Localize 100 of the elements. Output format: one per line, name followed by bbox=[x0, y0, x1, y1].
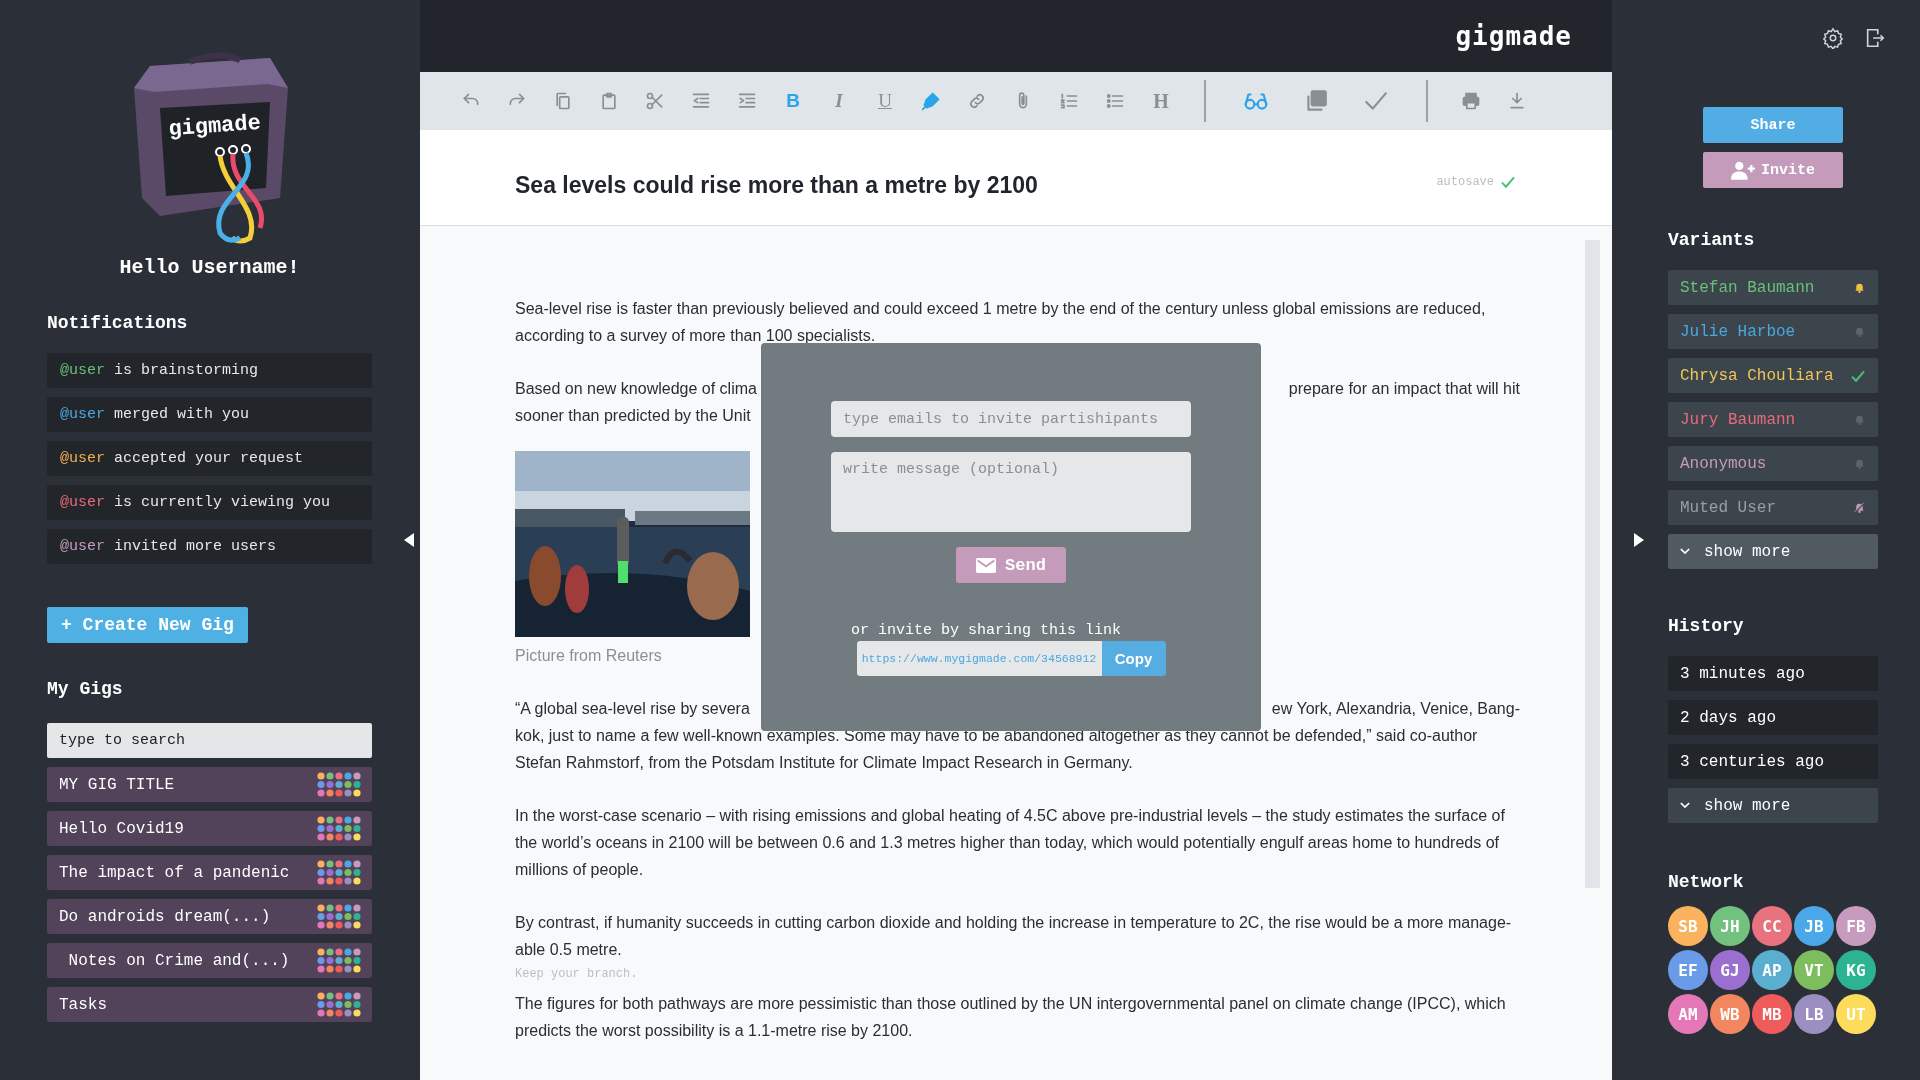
article-text: ew York, Alexandria, Venice, Bang- bbox=[1271, 699, 1520, 719]
avatar-grid-icon bbox=[317, 816, 362, 841]
user-avatar[interactable]: FB bbox=[1836, 906, 1876, 946]
article-paragraph: The figures for both pathways are more pessimistic than those outlined by the UN intergovernmental panel on climate change (IPCC), which predicts the worst possibility is a 1.1-metre rise by 2100. bbox=[515, 994, 1507, 1041]
user-mention: @user bbox=[60, 406, 105, 423]
notification-item[interactable]: @user is brainstorming bbox=[47, 353, 372, 388]
article-text: Stefan Rahmstorf, from the Potsdam Institute for Climate Impact Research in Germany. bbox=[515, 753, 1133, 773]
variant-item[interactable]: Anonymous bbox=[1668, 446, 1878, 481]
notification-text: invited more users bbox=[114, 538, 277, 555]
bullet-list-icon[interactable] bbox=[1105, 91, 1125, 111]
notification-item[interactable]: @user is currently viewing you bbox=[47, 485, 372, 520]
gig-item[interactable]: The impact of a pandenic bbox=[47, 855, 372, 890]
user-avatar[interactable]: EF bbox=[1668, 950, 1708, 990]
notification-item[interactable]: @user invited more users bbox=[47, 529, 372, 564]
expand-caret-icon[interactable] bbox=[1634, 533, 1644, 547]
printer-icon[interactable] bbox=[1461, 91, 1481, 111]
gig-item[interactable]: Notes on Crime and(...) bbox=[47, 943, 372, 978]
notification-text: merged with you bbox=[114, 406, 250, 423]
notification-item[interactable]: @user accepted your request bbox=[47, 441, 372, 476]
outdent-icon[interactable] bbox=[691, 91, 711, 111]
greeting: Hello Username! bbox=[118, 256, 301, 279]
notification-text: is currently viewing you bbox=[114, 494, 331, 511]
gig-title: MY GIG TITLE bbox=[59, 775, 175, 794]
autosave-label: autosave bbox=[1436, 174, 1494, 189]
create-gig-button[interactable]: + Create New Gig bbox=[47, 607, 248, 643]
notification-item[interactable]: @user merged with you bbox=[47, 397, 372, 432]
user-avatar[interactable]: AP bbox=[1752, 950, 1792, 990]
article-paragraph: By contrast, if humanity succeeds in cutting carbon dioxide and holding the increase in temperature to 2C, the rise would be a more manage-able 0.5 metre. bbox=[515, 913, 1513, 960]
copy-icon[interactable] bbox=[553, 91, 573, 111]
avatar-grid-icon bbox=[317, 948, 362, 973]
article-text: “A global sea-level rise by severa bbox=[515, 699, 750, 719]
muted-bell-icon[interactable] bbox=[1853, 501, 1866, 514]
bell-icon[interactable] bbox=[1853, 281, 1866, 294]
add-user-icon bbox=[1731, 160, 1755, 180]
share-link-field[interactable]: https://www.mygigmade.com/34568912 bbox=[856, 641, 1102, 676]
numbered-list-icon[interactable] bbox=[1059, 91, 1079, 111]
user-avatar[interactable]: JH bbox=[1710, 906, 1750, 946]
gig-item[interactable]: Hello Covid19 bbox=[47, 811, 372, 846]
brand-logo: gigmade bbox=[1455, 21, 1572, 51]
variant-name: Anonymous bbox=[1680, 454, 1767, 473]
bold-button[interactable]: B bbox=[770, 86, 816, 116]
scissors-icon[interactable] bbox=[645, 91, 665, 111]
message-field[interactable]: write message (optional) bbox=[831, 452, 1191, 532]
gig-title: Hello Covid19 bbox=[59, 819, 184, 838]
gig-item[interactable]: MY GIG TITLE bbox=[47, 767, 372, 802]
variant-item[interactable]: Stefan Baumann bbox=[1668, 270, 1878, 305]
gig-title: Notes on Crime and(...) bbox=[67, 951, 290, 970]
user-avatar[interactable]: WB bbox=[1710, 994, 1750, 1034]
variant-item[interactable]: Muted User bbox=[1668, 490, 1878, 525]
variant-name: Chrysa Chouliara bbox=[1680, 366, 1834, 385]
user-mention: @user bbox=[60, 450, 105, 467]
gig-title: Tasks bbox=[59, 995, 107, 1014]
collapse-caret-icon[interactable] bbox=[404, 533, 414, 547]
marker-icon[interactable] bbox=[921, 91, 941, 111]
clipboard-icon[interactable] bbox=[599, 91, 619, 111]
user-avatar[interactable]: MB bbox=[1752, 994, 1792, 1034]
history-item[interactable]: 3 minutes ago bbox=[1668, 656, 1878, 691]
show-more-button[interactable]: show more bbox=[1668, 534, 1878, 569]
invite-button[interactable]: Invite bbox=[1703, 152, 1843, 188]
user-mention: @user bbox=[60, 494, 105, 511]
section-heading: Notifications bbox=[47, 313, 189, 333]
picture-caption: Picture from Reuters bbox=[515, 646, 663, 666]
user-avatar[interactable]: CC bbox=[1752, 906, 1792, 946]
history-item[interactable]: 3 centuries ago bbox=[1668, 744, 1878, 779]
user-avatar[interactable]: SB bbox=[1668, 906, 1708, 946]
email-field[interactable]: type emails to invite partishipants bbox=[831, 401, 1191, 437]
section-heading: History bbox=[1668, 616, 1745, 636]
avatar-grid-icon bbox=[317, 992, 362, 1017]
share-button[interactable]: Share bbox=[1703, 107, 1843, 143]
notification-text: is brainstorming bbox=[114, 362, 259, 379]
search-field[interactable]: type to search bbox=[47, 723, 372, 758]
underline-button[interactable]: U bbox=[862, 86, 908, 116]
user-avatar[interactable]: VT bbox=[1794, 950, 1834, 990]
article-text: sooner than predicted by the Unit bbox=[515, 406, 751, 426]
send-button[interactable]: Send bbox=[956, 547, 1066, 583]
user-mention: @user bbox=[60, 362, 105, 379]
show-more-button[interactable]: show more bbox=[1668, 788, 1878, 823]
heading-button[interactable]: H bbox=[1138, 86, 1184, 116]
link-icon[interactable] bbox=[967, 91, 987, 111]
indent-icon[interactable] bbox=[737, 91, 757, 111]
user-avatar[interactable]: GJ bbox=[1710, 950, 1750, 990]
variant-item[interactable]: Jury Baumann bbox=[1668, 402, 1878, 437]
user-avatar[interactable]: KG bbox=[1836, 950, 1876, 990]
settings-icon[interactable] bbox=[1822, 27, 1844, 49]
variant-item[interactable]: Julie Harboe bbox=[1668, 314, 1878, 349]
chevron-down-icon bbox=[1680, 548, 1690, 555]
variant-item[interactable]: Chrysa Chouliara bbox=[1668, 358, 1878, 393]
gig-item[interactable]: Tasks bbox=[47, 987, 372, 1022]
italic-button[interactable]: I bbox=[816, 86, 862, 116]
copy-button[interactable]: Copy bbox=[1101, 641, 1166, 676]
user-avatar[interactable]: LB bbox=[1794, 994, 1834, 1034]
article-text: prepare for an impact that will hit bbox=[1288, 379, 1520, 399]
gig-item[interactable]: Do androids dream(...) bbox=[47, 899, 372, 934]
history-item[interactable]: 2 days ago bbox=[1668, 700, 1878, 735]
download-icon[interactable] bbox=[1507, 91, 1527, 111]
user-avatar[interactable]: JB bbox=[1794, 906, 1834, 946]
document-title: Sea levels could rise more than a metre by 2100 bbox=[515, 172, 1038, 199]
user-avatar[interactable]: AM bbox=[1668, 994, 1708, 1034]
logout-icon[interactable] bbox=[1864, 27, 1886, 49]
variant-name: Stefan Baumann bbox=[1680, 278, 1815, 297]
